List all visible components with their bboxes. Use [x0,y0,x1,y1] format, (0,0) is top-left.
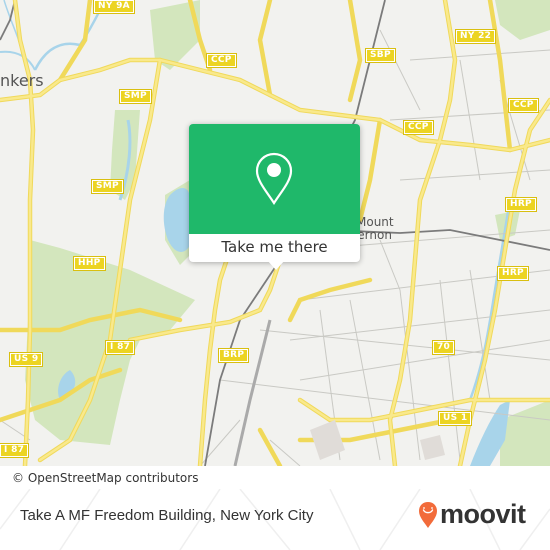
shield-hhp: HHP [73,256,106,271]
place-label-mount: Mount [356,215,394,229]
shield-us1: US 1 [437,411,473,426]
hutchinson-river [468,199,512,401]
shield-ccp: CCP [403,120,434,135]
shield-70: 70 [431,340,456,355]
place-label-yonkers: nkers [0,71,44,90]
shield-hrp: HRP [497,266,529,281]
map-pin-icon [255,152,293,206]
footer: Take A MF Freedom Building, New York Cit… [0,489,550,550]
moovit-pin-icon [419,502,437,528]
rail-secondary [233,319,272,466]
shield-ny9a: NY 9A [93,0,135,14]
rail-hudson [0,0,16,41]
location-title: Take A MF Freedom Building, New York Cit… [20,507,314,524]
shield-i87: I 87 [0,443,30,458]
shield-i87: I 87 [104,340,136,355]
shield-smp: SMP [91,179,124,194]
shield-hrp: HRP [505,197,537,212]
shield-sbp: SBP [365,48,396,63]
park-northeast [495,0,550,40]
stream-1 [0,50,36,71]
saw-mill-river [33,9,102,71]
popup-pointer [267,260,285,270]
take-me-there-button[interactable]: Take me there [189,234,360,262]
shield-ccp: CCP [508,98,539,113]
shield-us9: US 9 [8,352,44,367]
moovit-wordmark: moovit [440,499,526,529]
destination-popup: Take me there [189,124,360,270]
shield-smp: SMP [119,89,152,104]
map-attribution[interactable]: © OpenStreetMap contributors [0,467,211,489]
shield-ccp: CCP [206,53,237,68]
shield-brp: BRP [217,348,250,363]
shield-ny22: NY 22 [454,29,497,44]
popup-header [189,124,360,234]
map[interactable]: nkers Mount Vernon NY 9A CCP SBP NY 22 S… [0,0,550,466]
